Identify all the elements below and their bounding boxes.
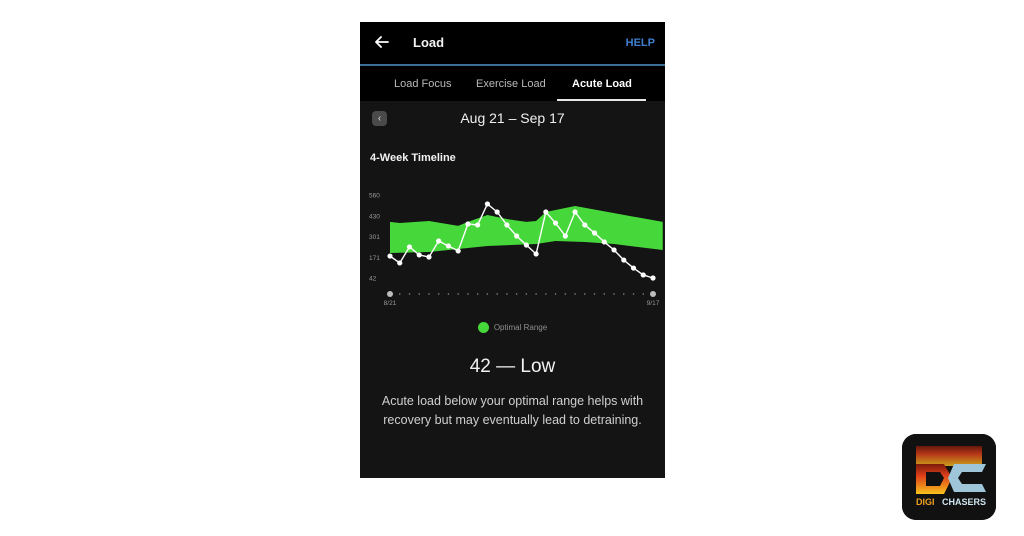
help-button[interactable]: HELP: [626, 37, 655, 49]
tab-exercise-load[interactable]: Exercise Load: [476, 78, 546, 90]
acute-load-point: [591, 230, 598, 236]
acute-load-point: [436, 238, 442, 244]
x-axis-day-tick: [535, 293, 537, 295]
x-axis-day-tick: [398, 293, 401, 295]
logo-text-chasers: CHASERS: [942, 497, 986, 507]
acute-load-point: [445, 243, 452, 249]
x-axis-day-tick: [476, 293, 479, 295]
x-axis-day-tick: [418, 293, 421, 295]
x-axis-day-tick: [574, 293, 576, 295]
acute-load-point: [387, 253, 393, 259]
phone-screen: Load HELP Load Focus Exercise Load Acute…: [360, 22, 665, 478]
acute-load-point: [543, 209, 549, 215]
x-axis-day-tick: [428, 293, 430, 295]
acute-load-point: [640, 272, 646, 278]
acute-load-point: [562, 233, 568, 239]
acute-load-point: [533, 251, 539, 257]
y-tick-label: 560: [369, 193, 380, 200]
x-axis-end-marker: [650, 291, 656, 297]
x-axis-day-tick: [506, 293, 508, 295]
x-tick-label: 9/17: [647, 300, 660, 307]
legend-label: Optimal Range: [493, 323, 548, 332]
x-axis-day-tick: [632, 293, 635, 295]
y-tick-label: 171: [369, 255, 380, 262]
tab-acute-load[interactable]: Acute Load: [572, 78, 632, 90]
x-axis-day-tick: [525, 293, 528, 295]
date-range: Aug 21 – Sep 17: [460, 110, 565, 126]
x-axis-day-tick: [642, 293, 645, 295]
x-axis-day-tick: [496, 293, 498, 295]
y-tick-label: 42: [369, 276, 377, 283]
x-axis-day-tick: [447, 293, 450, 295]
acute-load-point: [601, 239, 607, 245]
tab-bar: Load Focus Exercise Load Acute Load: [360, 66, 665, 101]
x-axis-day-tick: [545, 293, 547, 295]
logo-graphic: DIGI CHASERS: [902, 434, 996, 520]
acute-load-point: [475, 222, 481, 228]
x-axis-day-tick: [593, 293, 596, 295]
x-axis-day-tick: [408, 293, 411, 295]
acute-load-status: 42 — Low: [469, 356, 556, 377]
acute-load-point: [504, 222, 510, 228]
x-axis-day-tick: [622, 293, 625, 295]
x-axis-day-tick: [467, 293, 469, 295]
section-title: 4-Week Timeline: [370, 152, 456, 164]
x-axis-day-tick: [554, 293, 557, 295]
x-axis-day-tick: [584, 293, 586, 295]
x-axis-day-tick: [603, 293, 606, 295]
x-axis-end-marker: [387, 291, 393, 297]
acute-load-point: [523, 242, 529, 248]
y-tick-label: 301: [369, 234, 380, 241]
x-axis-day-tick: [564, 293, 567, 295]
logo-text-digi: DIGI: [916, 497, 935, 507]
acute-load-point: [494, 209, 500, 215]
acute-load-point: [582, 222, 588, 228]
acute-load-point: [397, 260, 403, 266]
acute-load-point: [552, 220, 559, 226]
tab-load-focus[interactable]: Load Focus: [394, 78, 451, 90]
page-title: Load: [413, 35, 445, 50]
x-tick-label: 8/21: [384, 300, 397, 307]
x-axis-day-tick: [515, 293, 518, 295]
acute-load-point: [621, 257, 627, 263]
y-tick-label: 430: [369, 213, 380, 220]
acute-load-point: [514, 233, 520, 239]
acute-load-point: [611, 247, 617, 253]
acute-load-point: [650, 275, 656, 281]
x-axis-day-tick: [486, 293, 489, 295]
acute-load-point: [630, 265, 637, 271]
x-axis-day-tick: [457, 293, 459, 295]
acute-load-point: [572, 209, 578, 215]
x-axis-day-tick: [437, 293, 440, 295]
status-description: Acute load below your optimal range help…: [381, 394, 644, 427]
digichasers-logo[interactable]: DIGI CHASERS: [902, 434, 996, 520]
acute-load-point: [455, 248, 461, 254]
acute-load-point: [426, 254, 432, 260]
legend-swatch: [477, 322, 489, 333]
arrow-left-icon[interactable]: [372, 32, 392, 52]
acute-load-chart: 560 430 301 171 42 8/21 9/17: [369, 193, 663, 307]
acute-load-point: [416, 252, 422, 258]
date-navigator: ‹ Aug 21 – Sep 17: [360, 101, 665, 137]
chart-legend: Optimal Range: [360, 322, 665, 333]
acute-load-point: [406, 244, 413, 250]
app-bar: Load HELP: [360, 22, 665, 66]
acute-load-point: [465, 221, 471, 227]
x-axis-day-tick: [613, 293, 615, 295]
acute-load-point: [484, 201, 491, 207]
